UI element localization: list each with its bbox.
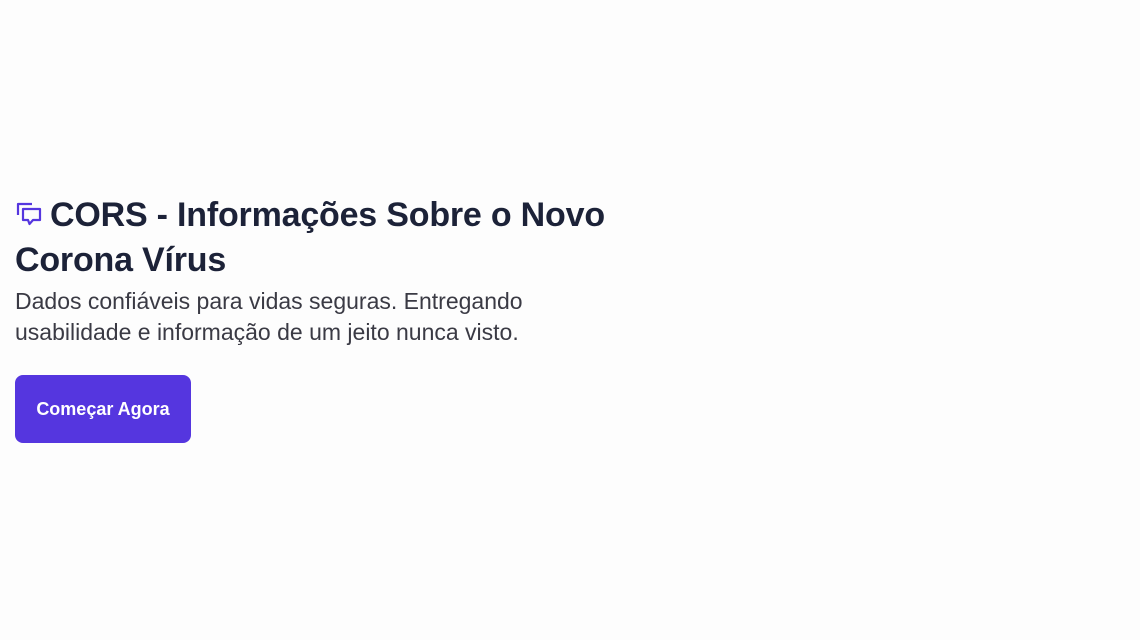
hero-subtitle: Dados confiáveis para vidas seguras. Ent… (15, 288, 523, 345)
page-title: CORS - Informações Sobre o Novo Corona V… (15, 193, 615, 283)
page-title-text: CORS - Informações Sobre o Novo Corona V… (15, 196, 605, 279)
start-now-button[interactable]: Começar Agora (15, 375, 191, 443)
hero-section: CORS - Informações Sobre o Novo Corona V… (15, 193, 615, 348)
chat-bubbles-icon (16, 202, 42, 226)
